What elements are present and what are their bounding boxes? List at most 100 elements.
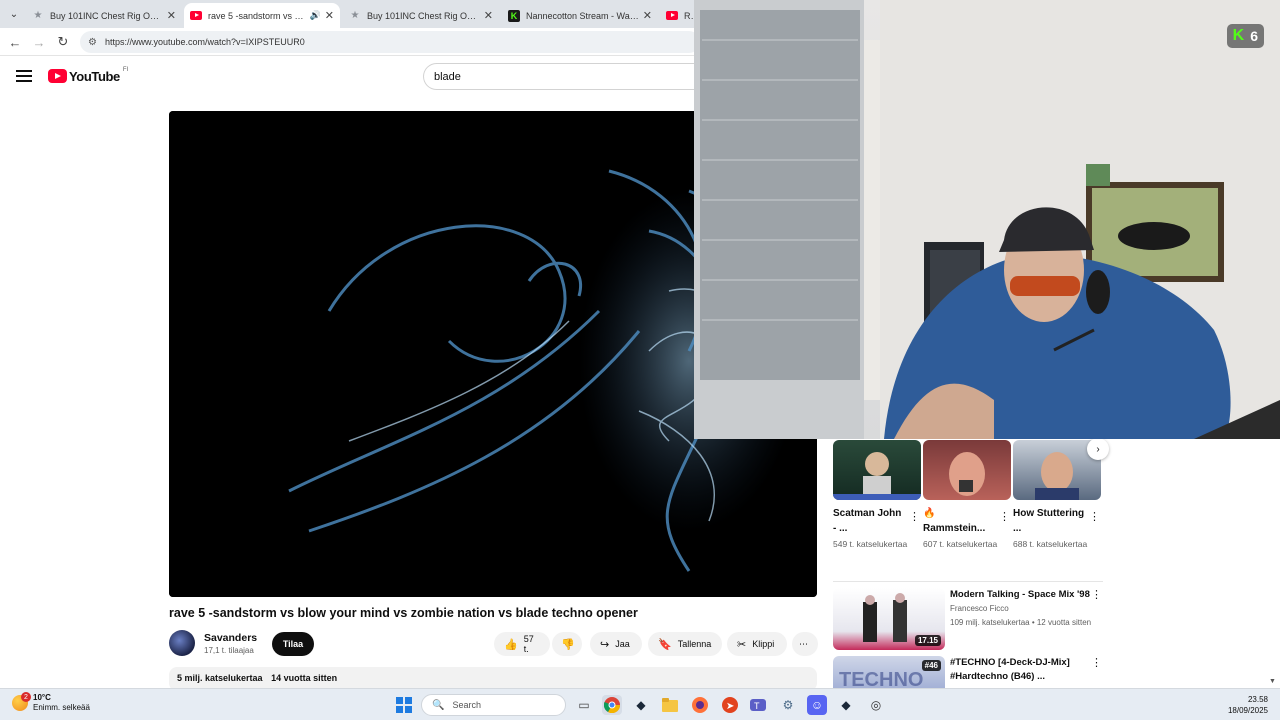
notification-badge: 2 (21, 692, 31, 702)
forward-arrow-icon[interactable]: → (30, 33, 48, 51)
duration-badge: 17.15 (914, 635, 941, 646)
upload-age: 14 vuotta sitten (271, 673, 338, 683)
file-explorer-icon[interactable] (660, 695, 680, 715)
svg-text:TECHNO: TECHNO (839, 669, 923, 688)
obs-icon[interactable]: ◎ (866, 695, 886, 715)
more-actions-button[interactable]: ⋯ (792, 632, 818, 656)
share-icon: ↪ (600, 638, 610, 651)
windows-start-icon[interactable] (394, 695, 414, 715)
youtube-icon (190, 10, 202, 22)
more-vertical-icon[interactable]: ⋮ (1091, 588, 1102, 601)
like-count: 57 t. (523, 634, 534, 654)
more-horizontal-icon: ⋯ (799, 638, 808, 649)
menu-icon[interactable] (16, 70, 32, 82)
tab-search-dropdown-icon[interactable]: ⌄ (4, 4, 24, 24)
system-clock[interactable]: 23.58 18/09/2025 (1228, 694, 1268, 716)
tab-title: Nannecotton Stream - Watch L (526, 10, 639, 21)
logo-wordmark: YouTube (69, 68, 120, 84)
search-input[interactable]: blade (423, 63, 713, 90)
svg-text:T: T (754, 701, 760, 711)
windows-taskbar: 2 10°C Enimm. selkeää 🔍 Search ▭ ◆ ➤ T ⚙… (0, 688, 1280, 720)
like-button[interactable]: 👍 57 t. (494, 632, 550, 656)
star-icon: ★ (33, 10, 43, 21)
star-icon: ★ (350, 10, 360, 21)
steam-icon[interactable]: ◆ (631, 695, 651, 715)
short-card[interactable]: Scatman John - ... ⋮ 549 t. katselukerta… (833, 440, 921, 549)
tab-title: Buy 101INC Chest Rig Operator (367, 10, 480, 21)
url-text: https://www.youtube.com/watch?v=IXIPSTEU… (104, 37, 305, 47)
share-button[interactable]: ↪ Jaa (590, 632, 642, 656)
temperature: 10°C (33, 693, 51, 702)
short-title: 🔥 Rammstein... (923, 508, 986, 534)
chevron-right-icon[interactable]: › (1087, 438, 1109, 460)
browser-tab[interactable]: ★ Buy 101INC Chest Rig Operator ✕ (26, 3, 182, 28)
channel-avatar[interactable] (169, 630, 195, 656)
clock-date: 18/09/2025 (1227, 706, 1268, 715)
taskbar-search-input[interactable]: 🔍 Search (421, 694, 566, 716)
kick-logo-icon: K (1232, 27, 1245, 44)
recommendation-channel[interactable]: Francesco Ficco (950, 604, 1009, 613)
webcam-feed (694, 0, 1280, 439)
url-field[interactable]: ⚙ https://www.youtube.com/watch?v=IXIPST… (80, 31, 700, 53)
task-view-icon[interactable]: ▭ (574, 695, 594, 715)
save-button[interactable]: 🔖 Tallenna (648, 632, 722, 656)
close-icon[interactable]: ✕ (484, 9, 493, 22)
recommendation-title: #TECHNO [4-Deck-DJ-Mix] #Hardtechno (B46… (950, 657, 1070, 682)
subscriber-count: 17,1 t. tilaajaa (204, 646, 254, 655)
firefox-icon[interactable] (690, 695, 710, 715)
browser-tab-active[interactable]: rave 5 -sandstorm vs blow 🔊 ✕ (184, 3, 340, 28)
brave-icon[interactable]: ➤ (720, 695, 740, 715)
video-title: rave 5 -sandstorm vs blow your mind vs z… (169, 606, 638, 620)
chrome-icon[interactable] (602, 695, 622, 715)
more-vertical-icon[interactable]: ⋮ (1091, 656, 1102, 669)
steam-icon-2[interactable]: ◆ (836, 695, 856, 715)
short-views: 688 t. katselukertaa (1013, 539, 1088, 549)
list-item[interactable]: 17.15 Modern Talking - Space Mix '98 Fra… (833, 588, 1103, 650)
video-thumbnail: 17.15 (833, 588, 945, 650)
reload-icon[interactable]: ↻ (54, 33, 72, 51)
close-icon[interactable]: ✕ (643, 9, 652, 22)
thumbs-down-icon: 👎 (561, 638, 575, 651)
close-icon[interactable]: ✕ (167, 9, 176, 22)
site-settings-icon[interactable]: ⚙ (88, 37, 97, 48)
scroll-down-arrow-icon[interactable]: ▼ (1269, 678, 1276, 685)
weather-widget[interactable]: 2 10°C Enimm. selkeää (12, 692, 90, 713)
short-card[interactable]: 🔥 Rammstein... ⋮ 607 t. katselukertaa (923, 440, 1011, 549)
channel-name[interactable]: Savanders (204, 632, 257, 644)
subscribe-button[interactable]: Tilaa (272, 632, 314, 656)
viewer-count: 6 (1250, 28, 1258, 44)
back-arrow-icon[interactable]: ← (6, 33, 24, 51)
recommendation-title: Modern Talking - Space Mix '98 (950, 589, 1090, 600)
browser-tab[interactable]: ★ Buy 101INC Chest Rig Operator ✕ (343, 3, 499, 28)
teams-icon[interactable]: T (748, 695, 768, 715)
youtube-icon (666, 10, 678, 22)
list-item[interactable]: TECHNO #46 #TECHNO [4-Deck-DJ-Mix] #Hard… (833, 656, 1103, 688)
clip-button[interactable]: ✂ Klippi (727, 632, 787, 656)
svg-text:➤: ➤ (726, 701, 734, 712)
more-vertical-icon[interactable]: ⋮ (999, 510, 1010, 523)
short-title: Scatman John - ... (833, 508, 902, 534)
close-icon[interactable]: ✕ (325, 9, 334, 22)
short-views: 607 t. katselukertaa (923, 539, 998, 549)
dislike-button[interactable]: 👎 (552, 632, 582, 656)
tab-title: Buy 101INC Chest Rig Operator (50, 10, 163, 21)
more-vertical-icon[interactable]: ⋮ (909, 510, 920, 523)
kick-viewer-badge: K 6 (1226, 24, 1264, 48)
kick-icon: K (508, 9, 520, 22)
scissors-icon: ✂ (737, 638, 747, 651)
settings-gear-icon[interactable]: ⚙ (778, 695, 798, 715)
more-vertical-icon[interactable]: ⋮ (1089, 510, 1100, 523)
browser-tab[interactable]: K Nannecotton Stream - Watch L ✕ (502, 3, 658, 28)
youtube-logo[interactable]: YouTube FI (48, 67, 128, 84)
speaker-icon[interactable]: 🔊 (310, 10, 321, 21)
video-thumbnail: TECHNO #46 (833, 656, 945, 688)
view-count: 5 milj. katselukertaa (177, 673, 263, 683)
clock-time: 23.58 (1247, 695, 1268, 704)
share-label: Jaa (615, 639, 630, 649)
tab-title: rave 5 -sandstorm vs blow (208, 10, 306, 21)
thumbs-up-icon: 👍 (504, 638, 518, 651)
webcam-overlay: K 6 (694, 0, 1280, 439)
recommendation-meta: 109 milj. katselukertaa • 12 vuotta sitt… (950, 618, 1092, 627)
discord-icon[interactable]: ☺ (807, 695, 827, 715)
short-views: 549 t. katselukertaa (833, 539, 908, 549)
